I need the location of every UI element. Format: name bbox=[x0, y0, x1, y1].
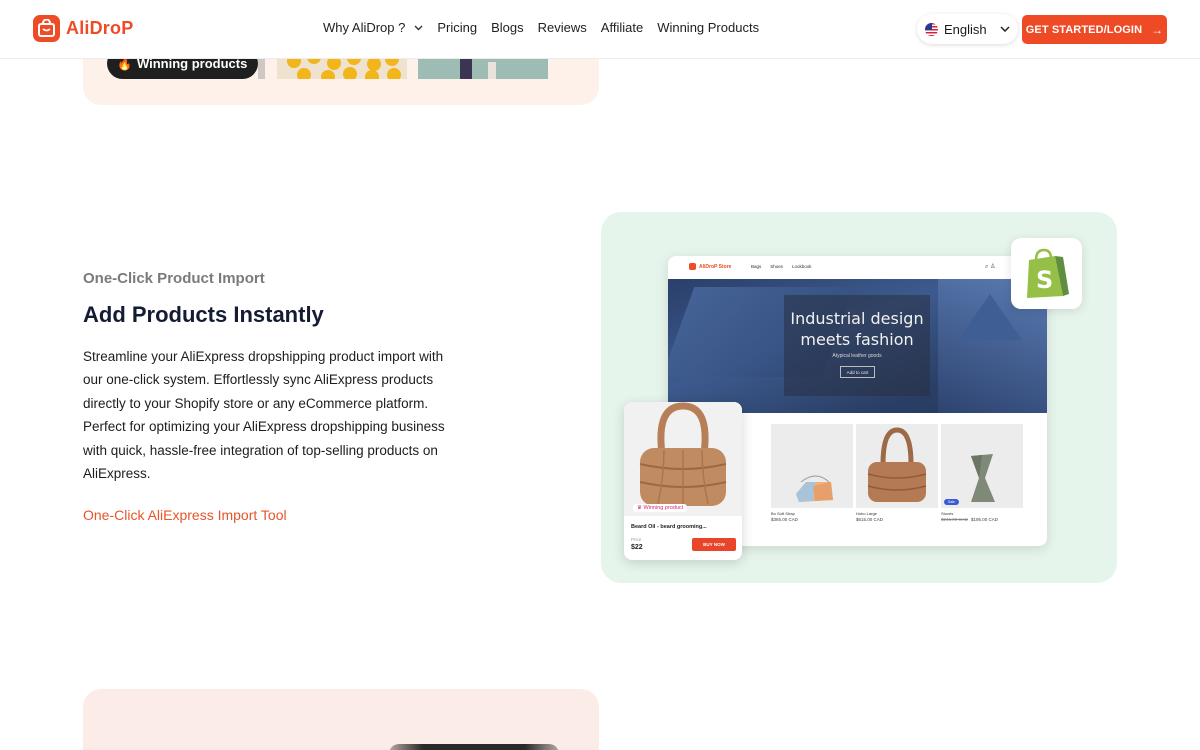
nav-link-label: Why AliDrop ? bbox=[323, 20, 406, 35]
nav-link-pricing[interactable]: Pricing bbox=[437, 20, 477, 35]
buy-now-button: BUY NOW bbox=[692, 538, 736, 551]
product-price-value: $195.00 CAD bbox=[971, 517, 999, 522]
store-menu-item: Lookbook bbox=[792, 264, 812, 269]
store-bag-icon bbox=[689, 263, 696, 270]
product-name: Stuvés bbox=[941, 511, 954, 516]
hero-overlay: Industrial design meets fashion Atypical… bbox=[784, 295, 930, 396]
nav-link-blogs[interactable]: Blogs bbox=[491, 20, 524, 35]
nav-link-reviews[interactable]: Reviews bbox=[538, 20, 587, 35]
store-header: AliDroP Store Bags Shoes Lookbook ⌕ ♙ bbox=[668, 256, 1047, 279]
featured-product-title: Beard Oil - beard grooming... bbox=[631, 524, 707, 530]
product-card: Bo Soft Strap $365.00 CAD bbox=[771, 424, 853, 522]
product-card: Hobo Large $615.00 CAD bbox=[856, 424, 938, 522]
feature-eyebrow: One-Click Product Import bbox=[83, 270, 265, 287]
product-price: $365.00 CAD bbox=[771, 517, 799, 522]
featured-product-image bbox=[624, 402, 742, 516]
product-name: Hobo Large bbox=[856, 511, 877, 516]
store-search-icon: ⌕ ♙ bbox=[985, 264, 996, 270]
svg-text:S: S bbox=[1036, 266, 1053, 294]
product-image-strap bbox=[771, 424, 853, 508]
import-tool-link[interactable]: One-Click AliExpress Import Tool bbox=[83, 507, 287, 523]
shopify-bag-icon: S bbox=[1027, 248, 1069, 298]
store-logo: AliDroP Store bbox=[689, 263, 731, 270]
get-started-login-button[interactable]: GET STARTED/LOGIN → bbox=[1022, 15, 1167, 44]
brand-logo[interactable]: AliDroP bbox=[33, 15, 133, 42]
product-name: Bo Soft Strap bbox=[771, 511, 795, 516]
hero-title: Industrial design meets fashion bbox=[790, 309, 924, 349]
winning-product-tag: ♛ Winning product bbox=[633, 504, 688, 512]
language-label: English bbox=[944, 21, 987, 37]
product-price: $615.00 CAD bbox=[856, 517, 884, 522]
cta-label: GET STARTED/LOGIN bbox=[1025, 23, 1143, 36]
top-navigation: AliDroP Why AliDrop ? Pricing Blogs Revi… bbox=[0, 0, 1200, 59]
shopping-bag-icon bbox=[33, 15, 60, 42]
phone-mockup bbox=[389, 744, 559, 750]
arrow-right-icon: → bbox=[1151, 22, 1164, 37]
sale-badge: Sale bbox=[944, 499, 959, 505]
store-menu-item: Shoes bbox=[770, 264, 784, 269]
store-hero: Industrial design meets fashion Atypical… bbox=[668, 279, 1047, 413]
shopify-logo: S bbox=[1011, 238, 1082, 309]
store-brand: AliDroP Store bbox=[699, 263, 732, 270]
winning-product-label: Winning product bbox=[643, 505, 684, 511]
product-card: Sale Stuvés $245.00 CAD $195.00 CAD bbox=[941, 424, 1023, 522]
hero-button: Add to cart bbox=[840, 366, 875, 378]
featured-product-card: ♛ Winning product Beard Oil - beard groo… bbox=[624, 402, 742, 560]
product-image-bag bbox=[856, 424, 938, 508]
brand-name: AliDroP bbox=[66, 18, 134, 38]
featured-price: $22 bbox=[631, 544, 643, 551]
feature-title: Add Products Instantly bbox=[83, 302, 324, 327]
hero-subtitle: Atypical leather goods bbox=[832, 353, 882, 359]
chevron-down-icon bbox=[1000, 26, 1010, 32]
feature-description: Streamline your AliExpress dropshipping … bbox=[83, 349, 445, 482]
store-products: Bo Soft Strap $365.00 CAD Hobo Large $61… bbox=[771, 424, 1026, 522]
featured-price-label: Price bbox=[631, 537, 642, 542]
store-menu-item: Bags bbox=[751, 264, 762, 269]
store-menu: Bags Shoes Lookbook bbox=[751, 264, 821, 269]
chevron-down-icon bbox=[414, 25, 423, 30]
nav-links: Why AliDrop ? Pricing Blogs Reviews Affi… bbox=[323, 20, 773, 35]
nav-link-affiliate[interactable]: Affiliate bbox=[601, 20, 643, 35]
nav-link-why-alidrop[interactable]: Why AliDrop ? bbox=[323, 20, 423, 35]
product-image-vase: Sale bbox=[941, 424, 1023, 508]
product-price: $245.00 CAD $195.00 CAD bbox=[941, 517, 1023, 522]
us-flag-icon bbox=[925, 22, 938, 36]
product-old-price: $245.00 CAD bbox=[941, 517, 969, 522]
next-feature-card bbox=[83, 689, 599, 750]
language-selector[interactable]: English bbox=[917, 14, 1018, 44]
nav-link-winning-products[interactable]: Winning Products bbox=[657, 20, 759, 35]
